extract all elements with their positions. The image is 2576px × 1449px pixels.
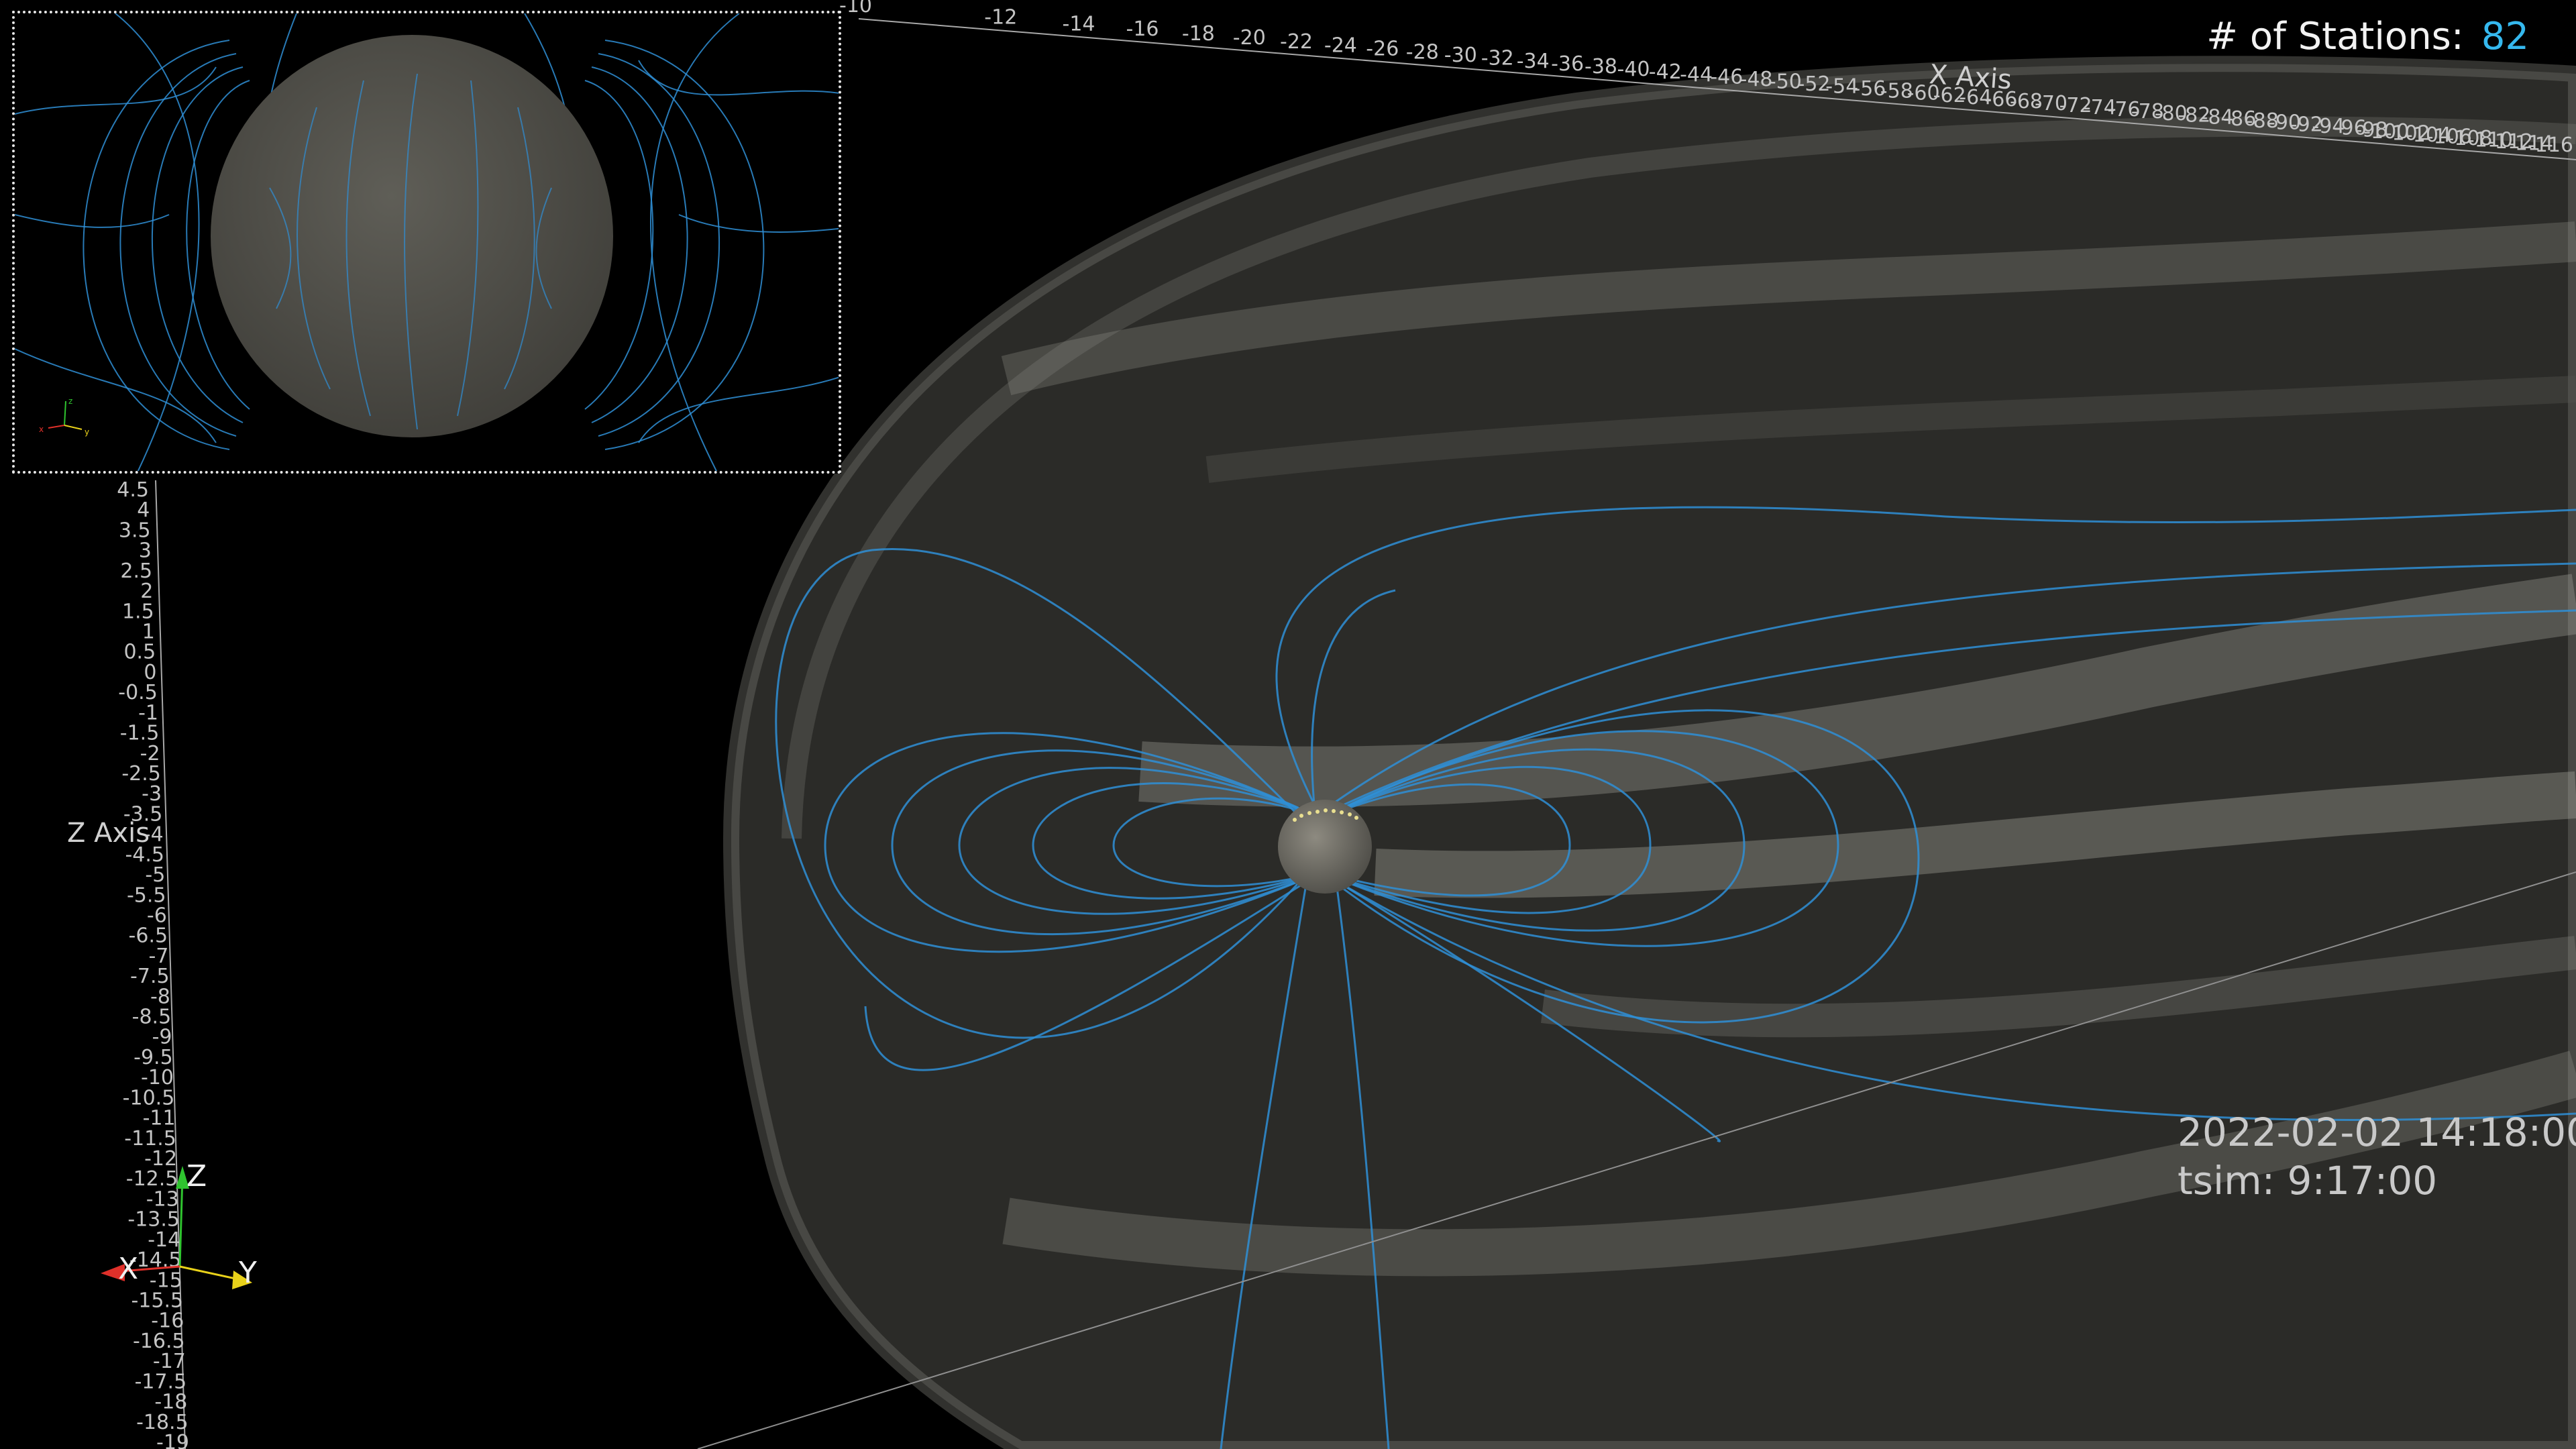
- inset-planet-view: z x y: [15, 13, 839, 471]
- triad-z-label: Z: [186, 1159, 207, 1193]
- simulation-time: 2022-02-02 14:18:00 tsim: 9:17:00: [2178, 1108, 2576, 1205]
- x-axis-tick-label: -30: [1444, 44, 1477, 67]
- date-time-readout: 2022-02-02 14:18:00: [2178, 1110, 2576, 1155]
- x-axis-tick-label: -14: [1063, 12, 1095, 36]
- z-axis-tick-label: -19: [156, 1431, 189, 1449]
- x-axis-tick-label: -18: [1182, 22, 1215, 46]
- x-axis-title: X Axis: [1928, 59, 2012, 95]
- triad-y-label: Y: [238, 1256, 257, 1290]
- x-axis-tick-label: -12: [984, 6, 1017, 30]
- inset-triad-x-line: [48, 425, 65, 429]
- earth-sphere: [1278, 800, 1372, 894]
- x-axis-tick-label: -38: [1585, 55, 1617, 78]
- x-axis-tick-label: -40: [1617, 58, 1650, 81]
- tsim-readout: tsim: 9:17:00: [2178, 1158, 2438, 1203]
- x-axis-tick-label: -10: [839, 0, 872, 17]
- x-axis-tick-label: -22: [1280, 30, 1313, 54]
- x-axis-tick-label: -34: [1517, 50, 1550, 73]
- x-axis-tick-label: -42: [1649, 60, 1682, 84]
- station-count: # of Stations: 82: [2206, 15, 2529, 58]
- triad-z-line: [178, 1175, 184, 1267]
- x-axis-tick-label: -26: [1366, 37, 1399, 60]
- station-count-value: 82: [2481, 15, 2529, 58]
- inset-triad-y-line: [64, 425, 83, 430]
- z-axis-title: Z Axis: [67, 818, 150, 849]
- triad-y-line: [179, 1265, 242, 1281]
- x-axis-tick-label: -32: [1481, 47, 1514, 70]
- inset-viewport[interactable]: z x y: [12, 11, 841, 474]
- x-axis-tick-label: -46: [1710, 66, 1743, 89]
- station-count-label: # of Stations:: [2206, 15, 2464, 58]
- inset-triad-z-line: [64, 400, 66, 426]
- inset-triad-z-label: z: [68, 396, 72, 406]
- z-axis-ticks: 4.543.532.521.510.50-0.5-1-1.5-2-2.5-3-3…: [117, 478, 189, 1449]
- x-axis-tick-label: -16: [1126, 17, 1159, 41]
- x-axis-tick-label: -20: [1233, 26, 1266, 50]
- inset-orientation-triad: z x y: [39, 396, 89, 437]
- x-axis-tick-label: -44: [1680, 63, 1713, 87]
- x-axis-tick-label: -116: [2528, 133, 2573, 157]
- x-axis-tick-label: -28: [1406, 40, 1439, 64]
- x-axis-tick-label: -24: [1324, 34, 1357, 57]
- x-axis-tick-label: -36: [1551, 52, 1584, 76]
- inset-triad-y-label: y: [85, 427, 89, 437]
- x-axis-tick-label: -48: [1740, 68, 1773, 91]
- inset-triad-x-label: x: [39, 425, 44, 434]
- triad-x-label: X: [118, 1252, 138, 1286]
